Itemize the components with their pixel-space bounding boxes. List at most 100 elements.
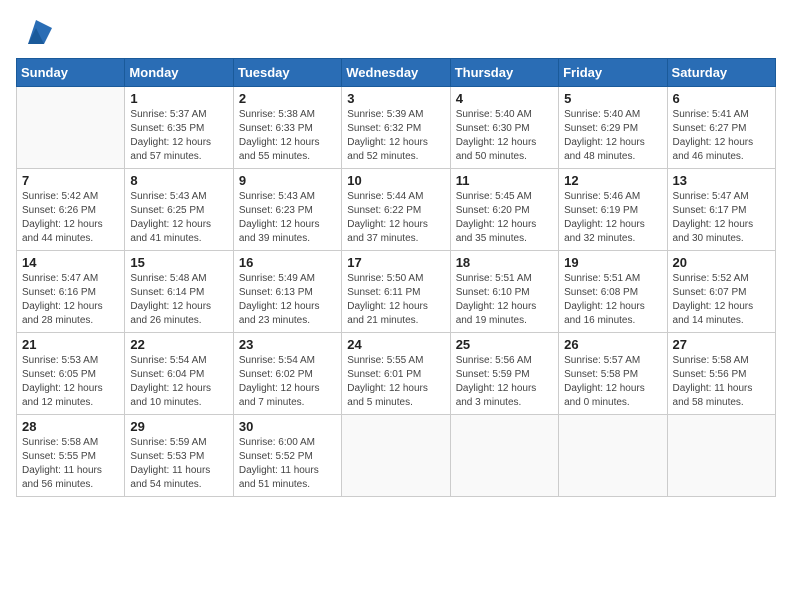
day-number: 15	[130, 255, 227, 270]
calendar-cell: 8 Sunrise: 5:43 AM Sunset: 6:25 PM Daylig…	[125, 169, 233, 251]
calendar-cell: 30 Sunrise: 6:00 AM Sunset: 5:52 PM Dayli…	[233, 415, 341, 497]
calendar-cell: 7 Sunrise: 5:42 AM Sunset: 6:26 PM Daylig…	[17, 169, 125, 251]
day-info: Sunrise: 5:51 AM Sunset: 6:08 PM Dayligh…	[564, 272, 661, 328]
calendar-cell: 22 Sunrise: 5:54 AM Sunset: 6:04 PM Dayli…	[125, 333, 233, 415]
day-number: 22	[130, 337, 227, 352]
day-info: Sunrise: 5:37 AM Sunset: 6:35 PM Dayligh…	[130, 108, 227, 164]
day-number: 24	[347, 337, 444, 352]
weekday-header: Friday	[559, 59, 667, 87]
calendar-cell	[559, 415, 667, 497]
day-number: 7	[22, 173, 119, 188]
day-info: Sunrise: 5:57 AM Sunset: 5:58 PM Dayligh…	[564, 354, 661, 410]
day-number: 2	[239, 91, 336, 106]
calendar-week-row: 21 Sunrise: 5:53 AM Sunset: 6:05 PM Dayli…	[17, 333, 776, 415]
calendar-cell: 28Sunrise: 5:58 AM Sunset: 5:55 PM Dayli…	[17, 415, 125, 497]
day-number: 30	[239, 419, 336, 434]
day-info: Sunrise: 5:58 AM Sunset: 5:56 PM Dayligh…	[673, 354, 770, 410]
calendar-cell: 1 Sunrise: 5:37 AM Sunset: 6:35 PM Daylig…	[125, 87, 233, 169]
calendar-cell: 25Sunrise: 5:56 AM Sunset: 5:59 PM Dayli…	[450, 333, 558, 415]
day-number: 12	[564, 173, 661, 188]
calendar-header-row: SundayMondayTuesdayWednesdayThursdayFrid…	[17, 59, 776, 87]
day-info: Sunrise: 6:00 AM Sunset: 5:52 PM Dayligh…	[239, 436, 336, 492]
day-number: 21	[22, 337, 119, 352]
calendar-cell: 18 Sunrise: 5:51 AM Sunset: 6:10 PM Dayli…	[450, 251, 558, 333]
calendar-cell: 3Sunrise: 5:39 AM Sunset: 6:32 PM Daylig…	[342, 87, 450, 169]
day-number: 1	[130, 91, 227, 106]
calendar-cell: 11 Sunrise: 5:45 AM Sunset: 6:20 PM Dayli…	[450, 169, 558, 251]
calendar-cell: 27 Sunrise: 5:58 AM Sunset: 5:56 PM Dayli…	[667, 333, 775, 415]
day-number: 9	[239, 173, 336, 188]
calendar-cell: 13Sunrise: 5:47 AM Sunset: 6:17 PM Dayli…	[667, 169, 775, 251]
day-number: 16	[239, 255, 336, 270]
calendar-cell	[342, 415, 450, 497]
calendar-cell: 4 Sunrise: 5:40 AM Sunset: 6:30 PM Daylig…	[450, 87, 558, 169]
weekday-header: Tuesday	[233, 59, 341, 87]
calendar-table: SundayMondayTuesdayWednesdayThursdayFrid…	[16, 58, 776, 497]
weekday-header: Sunday	[17, 59, 125, 87]
day-number: 17	[347, 255, 444, 270]
calendar-cell: 14 Sunrise: 5:47 AM Sunset: 6:16 PM Dayli…	[17, 251, 125, 333]
logo-icon	[20, 16, 52, 48]
day-info: Sunrise: 5:59 AM Sunset: 5:53 PM Dayligh…	[130, 436, 227, 492]
day-info: Sunrise: 5:55 AM Sunset: 6:01 PM Dayligh…	[347, 354, 444, 410]
weekday-header: Wednesday	[342, 59, 450, 87]
calendar-cell: 10 Sunrise: 5:44 AM Sunset: 6:22 PM Dayli…	[342, 169, 450, 251]
day-number: 11	[456, 173, 553, 188]
day-number: 19	[564, 255, 661, 270]
day-number: 27	[673, 337, 770, 352]
calendar-cell: 6 Sunrise: 5:41 AM Sunset: 6:27 PM Daylig…	[667, 87, 775, 169]
day-number: 5	[564, 91, 661, 106]
calendar-cell: 20 Sunrise: 5:52 AM Sunset: 6:07 PM Dayli…	[667, 251, 775, 333]
day-number: 6	[673, 91, 770, 106]
day-info: Sunrise: 5:39 AM Sunset: 6:32 PM Dayligh…	[347, 108, 444, 164]
calendar-week-row: 1 Sunrise: 5:37 AM Sunset: 6:35 PM Daylig…	[17, 87, 776, 169]
calendar-cell: 16 Sunrise: 5:49 AM Sunset: 6:13 PM Dayli…	[233, 251, 341, 333]
calendar-cell: 26 Sunrise: 5:57 AM Sunset: 5:58 PM Dayli…	[559, 333, 667, 415]
weekday-header: Monday	[125, 59, 233, 87]
calendar-cell: 21 Sunrise: 5:53 AM Sunset: 6:05 PM Dayli…	[17, 333, 125, 415]
day-info: Sunrise: 5:48 AM Sunset: 6:14 PM Dayligh…	[130, 272, 227, 328]
day-info: Sunrise: 5:46 AM Sunset: 6:19 PM Dayligh…	[564, 190, 661, 246]
day-info: Sunrise: 5:43 AM Sunset: 6:23 PM Dayligh…	[239, 190, 336, 246]
weekday-header: Thursday	[450, 59, 558, 87]
calendar-cell: 19 Sunrise: 5:51 AM Sunset: 6:08 PM Dayli…	[559, 251, 667, 333]
day-number: 4	[456, 91, 553, 106]
day-info: Sunrise: 5:43 AM Sunset: 6:25 PM Dayligh…	[130, 190, 227, 246]
calendar-cell	[450, 415, 558, 497]
day-number: 26	[564, 337, 661, 352]
page-header	[16, 16, 776, 48]
day-info: Sunrise: 5:58 AM Sunset: 5:55 PM Dayligh…	[22, 436, 119, 492]
day-info: Sunrise: 5:41 AM Sunset: 6:27 PM Dayligh…	[673, 108, 770, 164]
day-number: 10	[347, 173, 444, 188]
day-info: Sunrise: 5:47 AM Sunset: 6:16 PM Dayligh…	[22, 272, 119, 328]
day-info: Sunrise: 5:53 AM Sunset: 6:05 PM Dayligh…	[22, 354, 119, 410]
calendar-week-row: 7 Sunrise: 5:42 AM Sunset: 6:26 PM Daylig…	[17, 169, 776, 251]
day-info: Sunrise: 5:51 AM Sunset: 6:10 PM Dayligh…	[456, 272, 553, 328]
calendar-cell: 24 Sunrise: 5:55 AM Sunset: 6:01 PM Dayli…	[342, 333, 450, 415]
calendar-week-row: 28Sunrise: 5:58 AM Sunset: 5:55 PM Dayli…	[17, 415, 776, 497]
day-info: Sunrise: 5:54 AM Sunset: 6:04 PM Dayligh…	[130, 354, 227, 410]
day-number: 8	[130, 173, 227, 188]
day-info: Sunrise: 5:47 AM Sunset: 6:17 PM Dayligh…	[673, 190, 770, 246]
calendar-cell	[17, 87, 125, 169]
calendar-cell: 2 Sunrise: 5:38 AM Sunset: 6:33 PM Daylig…	[233, 87, 341, 169]
day-info: Sunrise: 5:49 AM Sunset: 6:13 PM Dayligh…	[239, 272, 336, 328]
day-number: 25	[456, 337, 553, 352]
calendar-cell: 9 Sunrise: 5:43 AM Sunset: 6:23 PM Daylig…	[233, 169, 341, 251]
calendar-cell: 12 Sunrise: 5:46 AM Sunset: 6:19 PM Dayli…	[559, 169, 667, 251]
calendar-cell: 5Sunrise: 5:40 AM Sunset: 6:29 PM Daylig…	[559, 87, 667, 169]
day-number: 20	[673, 255, 770, 270]
calendar-cell: 29Sunrise: 5:59 AM Sunset: 5:53 PM Dayli…	[125, 415, 233, 497]
day-info: Sunrise: 5:44 AM Sunset: 6:22 PM Dayligh…	[347, 190, 444, 246]
day-info: Sunrise: 5:40 AM Sunset: 6:30 PM Dayligh…	[456, 108, 553, 164]
day-info: Sunrise: 5:38 AM Sunset: 6:33 PM Dayligh…	[239, 108, 336, 164]
day-info: Sunrise: 5:54 AM Sunset: 6:02 PM Dayligh…	[239, 354, 336, 410]
day-info: Sunrise: 5:52 AM Sunset: 6:07 PM Dayligh…	[673, 272, 770, 328]
logo	[16, 16, 52, 48]
day-info: Sunrise: 5:45 AM Sunset: 6:20 PM Dayligh…	[456, 190, 553, 246]
day-info: Sunrise: 5:42 AM Sunset: 6:26 PM Dayligh…	[22, 190, 119, 246]
calendar-week-row: 14 Sunrise: 5:47 AM Sunset: 6:16 PM Dayli…	[17, 251, 776, 333]
day-number: 18	[456, 255, 553, 270]
day-number: 14	[22, 255, 119, 270]
calendar-cell: 23Sunrise: 5:54 AM Sunset: 6:02 PM Dayli…	[233, 333, 341, 415]
